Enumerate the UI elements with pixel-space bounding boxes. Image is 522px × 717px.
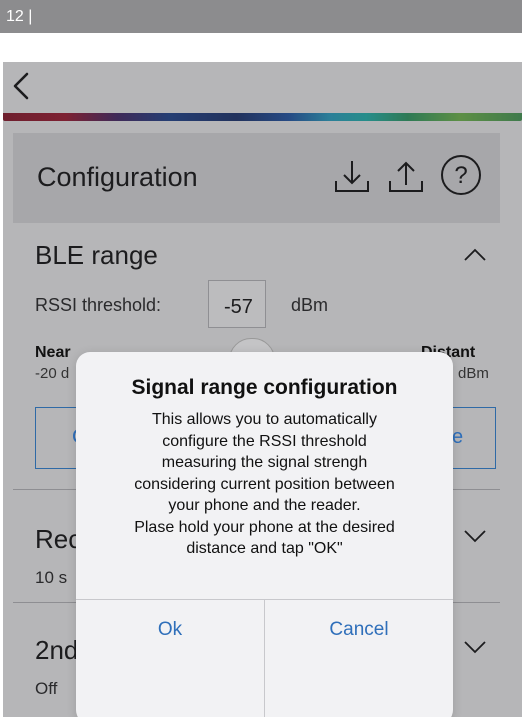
second-factor-value: Off: [35, 679, 58, 698]
distant-value: dBm: [458, 365, 489, 382]
app-screen: Configuration ? BLE range RSSI threshold…: [3, 62, 522, 717]
rssi-threshold-label: RSSI threshold:: [35, 295, 162, 315]
dialog-title: Signal range configuration: [131, 376, 398, 399]
near-label: Near: [35, 344, 71, 361]
cancel-button[interactable]: Cancel: [265, 599, 453, 659]
upload-icon[interactable]: [386, 155, 426, 199]
near-value: -20 d: [35, 365, 70, 382]
cancel-button-label: Cancel: [329, 619, 389, 640]
signal-range-dialog: Signal range configuration This allows y…: [76, 352, 453, 717]
dialog-message-line: distance and tap "OK": [186, 540, 343, 557]
ok-button[interactable]: Ok: [76, 599, 264, 659]
configuration-title: Configuration: [37, 162, 198, 192]
second-factor-title: 2nd: [35, 635, 79, 665]
rssi-unit-label: dBm: [291, 295, 329, 315]
chevron-up-icon[interactable]: [462, 245, 488, 265]
dialog-message-line: considering current position between: [134, 475, 395, 493]
document-page-header: 12 |: [0, 0, 522, 33]
top-nav-bar: [3, 62, 522, 114]
reconnect-value: 10 s: [35, 568, 68, 587]
brand-color-stripe: [3, 113, 522, 121]
ble-range-title: BLE range: [35, 240, 158, 270]
dialog-message-line: configure the RSSI threshold: [162, 432, 367, 450]
dialog-message-line: measuring the signal strengh: [161, 454, 368, 471]
chevron-left-icon[interactable]: [7, 66, 35, 106]
dialog-message: This allows you to automatically configu…: [88, 409, 441, 560]
reconnect-title: Rec: [35, 524, 82, 554]
dialog-message-line: This allows you to automatically: [152, 411, 377, 428]
dialog-message-line: Plase hold your phone at the desired: [134, 518, 395, 536]
chevron-down-icon[interactable]: [462, 526, 488, 546]
ok-button-label: Ok: [157, 619, 183, 640]
configuration-header: Configuration ?: [13, 133, 500, 223]
help-glyph: ?: [454, 162, 468, 189]
chevron-down-icon[interactable]: [462, 637, 488, 657]
save-range-button-label: e: [452, 426, 464, 448]
help-icon[interactable]: ?: [441, 155, 481, 195]
rssi-threshold-value: -57: [224, 296, 253, 318]
dialog-message-line: your phone and the reader.: [168, 497, 361, 514]
page-number: 12 |: [6, 8, 33, 25]
download-icon[interactable]: [332, 155, 372, 199]
